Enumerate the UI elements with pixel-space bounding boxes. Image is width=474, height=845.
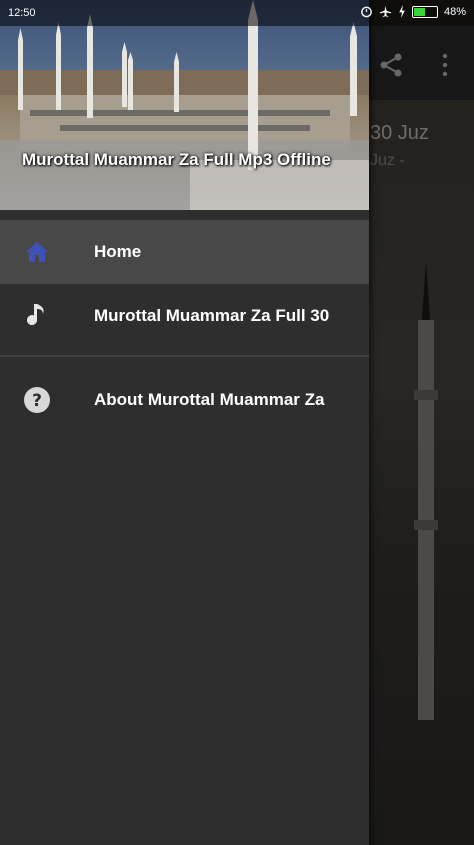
status-time: 12:50 <box>8 7 36 19</box>
drawer-header-title: Murottal Muammar Za Full Mp3 Offline <box>22 150 331 169</box>
nav-item-murottal-full[interactable]: Murottal Muammar Za Full 30 <box>0 284 369 348</box>
nav-item-home[interactable]: Home <box>0 220 369 284</box>
nav-item-label: Murottal Muammar Za Full 30 <box>94 306 330 325</box>
mosque-header-image <box>0 0 369 210</box>
drawer-header: Murottal Muammar Za Full Mp3 Offline <box>0 0 369 210</box>
status-bar: 12:50 48% <box>0 0 474 26</box>
home-icon <box>22 237 52 267</box>
navigation-drawer: Murottal Muammar Za Full Mp3 Offline Hom… <box>0 0 369 845</box>
nav-divider <box>0 355 369 357</box>
nav-item-about[interactable]: ? About Murottal Muammar Za <box>0 368 369 432</box>
music-note-icon <box>22 301 52 331</box>
svg-text:?: ? <box>32 391 42 411</box>
airplane-mode-icon <box>379 5 392 18</box>
nav-item-label: About Murottal Muammar Za <box>94 390 325 409</box>
charging-icon <box>399 5 405 18</box>
battery-icon <box>411 5 438 18</box>
nav-item-label: Home <box>94 242 142 261</box>
help-circle-icon: ? <box>22 385 52 415</box>
alarm-icon <box>361 6 372 18</box>
battery-percent: 48% <box>443 5 466 18</box>
status-icons: 48% <box>360 5 466 18</box>
